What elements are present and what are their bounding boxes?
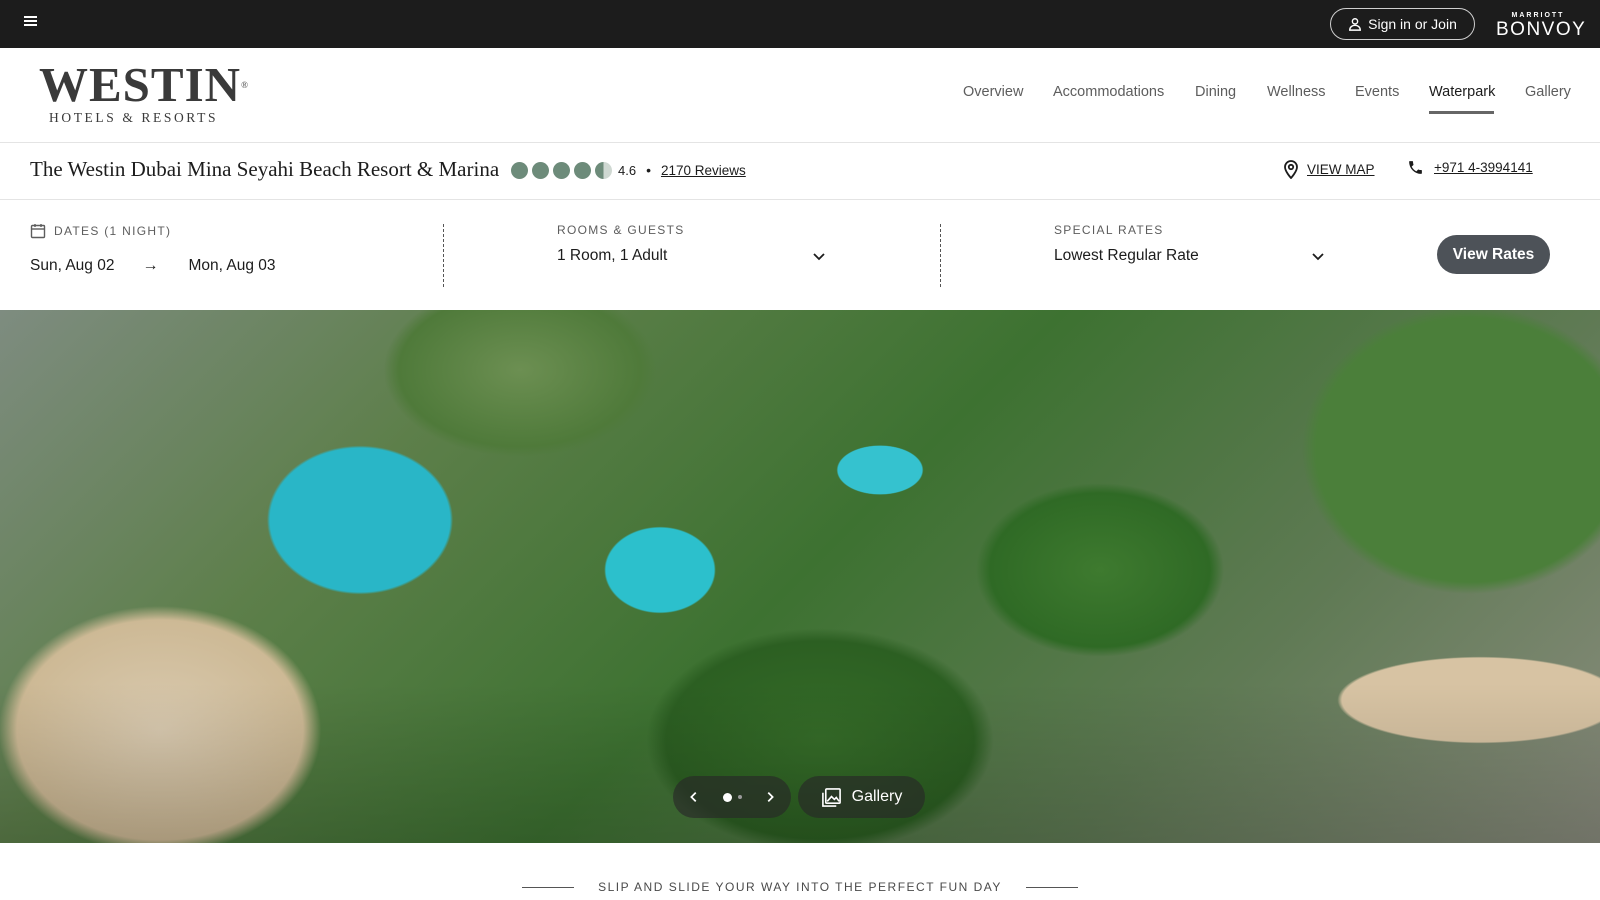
carousel-dot[interactable]	[737, 795, 742, 799]
rooms-guests-field[interactable]: ROOMS & GUESTS 1 Room, 1 Adult	[557, 223, 827, 265]
westin-logo[interactable]: WESTIN® HOTELS & RESORTS	[39, 60, 248, 126]
gallery-button[interactable]: Gallery	[798, 776, 925, 818]
nav-events[interactable]: Events	[1355, 84, 1399, 100]
hotel-name: The Westin Dubai Mina Seyahi Beach Resor…	[30, 157, 500, 181]
rooms-guests-label: ROOMS & GUESTS	[557, 223, 685, 237]
chevron-down-icon	[813, 253, 825, 261]
special-rates-value: Lowest Regular Rate	[1054, 247, 1199, 264]
gallery-label: Gallery	[851, 788, 903, 805]
carousel-dots	[722, 792, 742, 802]
rating-value: 4.6	[618, 162, 637, 178]
checkout-date[interactable]: Mon, Aug 03	[188, 257, 275, 275]
nav-wellness[interactable]: Wellness	[1267, 84, 1326, 100]
divider-line	[1025, 886, 1078, 888]
person-icon	[1349, 18, 1362, 31]
view-map-link[interactable]: VIEW MAP	[1283, 159, 1375, 179]
marriott-bonvoy-logo[interactable]: MARRIOTT BONVOY	[1496, 11, 1587, 40]
chevron-down-icon	[1312, 253, 1324, 261]
dates-label: DATES (1 NIGHT)	[54, 224, 172, 238]
field-divider	[940, 224, 941, 287]
nav-waterpark[interactable]: Waterpark	[1429, 84, 1495, 100]
view-map-label: VIEW MAP	[1307, 161, 1375, 177]
chevron-right-icon[interactable]	[763, 790, 777, 804]
view-rates-button[interactable]: View Rates	[1437, 235, 1550, 274]
top-bar: Sign in or Join MARRIOTT BONVOY	[0, 0, 1600, 48]
date-arrow-icon: →	[142, 257, 159, 274]
hamburger-icon[interactable]	[22, 14, 42, 34]
phone-icon	[1409, 161, 1422, 174]
calendar-icon	[30, 224, 46, 239]
sign-in-label: Sign in or Join	[1368, 16, 1457, 32]
field-divider	[443, 224, 444, 287]
nav-accommodations[interactable]: Accommodations	[1053, 84, 1164, 100]
rating-dot-half	[595, 161, 612, 179]
nav-dining[interactable]: Dining	[1195, 84, 1236, 100]
special-rates-label: SPECIAL RATES	[1054, 223, 1164, 237]
rating: 4.6 • 2170 Reviews	[511, 161, 746, 179]
phone-link[interactable]: +971 4-3994141	[1407, 159, 1533, 176]
rating-dot	[574, 161, 591, 179]
tagline-text: SLIP AND SLIDE YOUR WAY INTO THE PERFECT…	[598, 880, 1002, 894]
rating-dot	[553, 161, 570, 179]
rating-dot	[532, 161, 549, 179]
dates-field[interactable]: DATES (1 NIGHT) Sun, Aug 02 → Mon, Aug 0…	[30, 223, 276, 275]
nav-overview[interactable]: Overview	[963, 84, 1023, 100]
booking-bar: DATES (1 NIGHT) Sun, Aug 02 → Mon, Aug 0…	[0, 200, 1600, 310]
sign-in-button[interactable]: Sign in or Join	[1330, 8, 1475, 40]
section-tagline: SLIP AND SLIDE YOUR WAY INTO THE PERFECT…	[0, 880, 1600, 894]
active-nav-indicator	[1429, 111, 1494, 114]
divider-line	[522, 886, 575, 888]
rating-dot	[511, 161, 528, 179]
chevron-left-icon[interactable]	[687, 790, 701, 804]
logo-subtitle: HOTELS & RESORTS	[49, 110, 219, 125]
carousel-dot-active[interactable]	[722, 792, 732, 802]
rating-separator: •	[646, 162, 651, 178]
reviews-link[interactable]: 2170 Reviews	[661, 163, 746, 178]
map-pin-icon	[1284, 160, 1298, 179]
hotel-info-bar: The Westin Dubai Mina Seyahi Beach Resor…	[0, 143, 1600, 200]
logo-wordmark: WESTIN	[39, 57, 242, 112]
nav-gallery[interactable]: Gallery	[1525, 84, 1571, 100]
bonvoy-logo-main: BONVOY	[1496, 19, 1587, 40]
checkin-date[interactable]: Sun, Aug 02	[30, 257, 114, 275]
rooms-guests-value: 1 Room, 1 Adult	[557, 247, 668, 264]
hero-image: Gallery	[0, 310, 1600, 843]
special-rates-field[interactable]: SPECIAL RATES Lowest Regular Rate	[1054, 223, 1326, 265]
carousel-controls	[673, 776, 791, 818]
phone-number: +971 4-3994141	[1434, 160, 1533, 175]
site-header: WESTIN® HOTELS & RESORTS Overview Accomm…	[0, 48, 1600, 143]
gallery-icon	[821, 787, 841, 807]
